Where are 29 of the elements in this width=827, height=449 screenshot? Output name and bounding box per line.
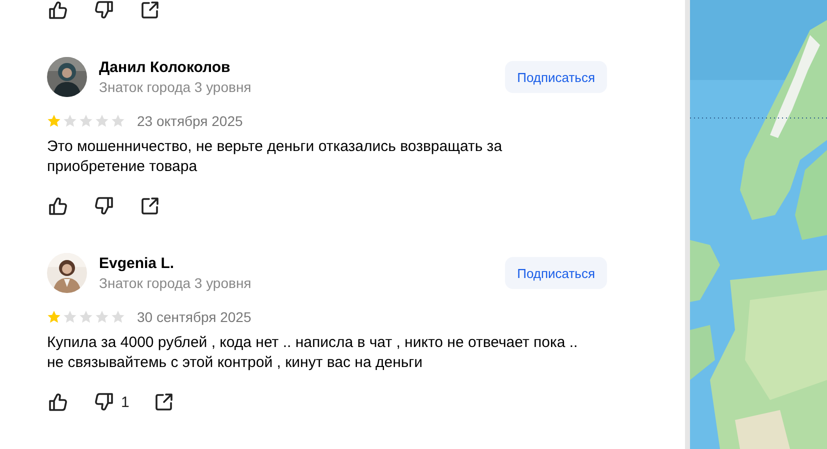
author-name[interactable]: Данил Колоколов (99, 58, 506, 78)
author-level: Знаток города 3 уровня (99, 274, 252, 292)
star-icon (95, 310, 109, 324)
star-icon (47, 114, 61, 128)
author-level: Знаток города 3 уровня (99, 78, 252, 96)
star-icon (95, 114, 109, 128)
like-button[interactable] (47, 392, 69, 412)
dislike-button[interactable] (93, 196, 115, 216)
review-date: 30 сентября 2025 (137, 309, 252, 325)
star-icon (79, 310, 93, 324)
review-date: 23 октября 2025 (137, 113, 243, 129)
star-icon (79, 114, 93, 128)
share-button[interactable] (153, 392, 176, 412)
star-icon (111, 114, 125, 128)
star-icon (47, 310, 61, 324)
star-icon (63, 114, 77, 128)
subscribe-button[interactable]: Подписаться (505, 61, 607, 93)
review-text: Купила за 4000 рублей , кода нет .. написла в чат , никто не отвечает пока .. не связывайтемь с этой контрой , кинут вас на деньги (47, 333, 579, 373)
like-button[interactable] (47, 196, 69, 216)
like-button[interactable] (47, 0, 69, 20)
author-name[interactable]: Evgenia L. (99, 254, 506, 274)
share-button[interactable] (139, 0, 161, 20)
star-icon (63, 310, 77, 324)
star-icon (111, 310, 125, 324)
dislike-button[interactable] (93, 0, 115, 20)
share-button[interactable] (139, 196, 161, 216)
dislike-button[interactable]: 1 (93, 392, 130, 412)
subscribe-button[interactable]: Подписаться (505, 257, 607, 289)
review-text: Это мошенничество, не верьте деньги отказались возвращать за приобретение товара (47, 137, 504, 177)
